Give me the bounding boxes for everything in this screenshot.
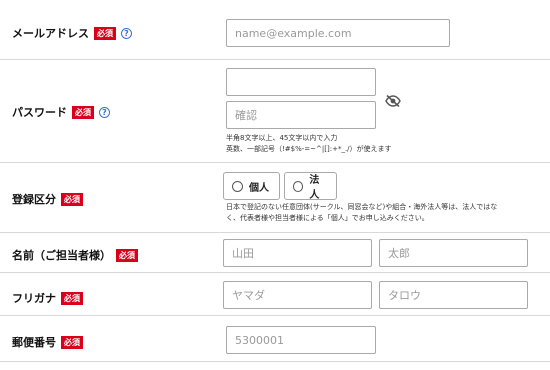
postal-code-input[interactable]: 5300001 xyxy=(226,326,376,354)
registration-type-row: 登録区分 必須 個人 法人 日本で登記のない任意団体(サークル、同窓会など)や組… xyxy=(0,163,550,233)
eye-slash-icon[interactable] xyxy=(385,95,401,107)
password-row: パスワード 必須 ? 確認 半角8文字以上、45文字以内で入力 英数、一部記号（… xyxy=(0,60,550,163)
name-label: 名前（ご担当者様） xyxy=(12,249,111,262)
email-input[interactable]: name@example.com xyxy=(226,19,450,47)
radio-circle-icon xyxy=(293,180,304,192)
password-input[interactable] xyxy=(226,68,376,96)
furigana-row: フリガナ 必須 ヤマダ タロウ xyxy=(0,273,550,316)
first-name-kana-input[interactable]: タロウ xyxy=(379,281,528,309)
password-confirm-input[interactable]: 確認 xyxy=(226,101,376,129)
email-label: メールアドレス xyxy=(12,27,89,40)
name-label-group: 名前（ご担当者様） 必須 xyxy=(12,247,138,263)
postal-code-label: 郵便番号 xyxy=(12,336,56,349)
required-badge: 必須 xyxy=(61,335,83,349)
registration-type-note-line2: く、代表者様や担当者様による「個人」でお申し込みください。 xyxy=(226,214,429,222)
registration-type-label: 登録区分 xyxy=(12,193,56,206)
required-badge: 必須 xyxy=(61,291,83,305)
postal-code-row: 郵便番号 必須 5300001 xyxy=(0,316,550,362)
last-name-input[interactable]: 山田 xyxy=(223,239,372,267)
radio-corporation[interactable]: 法人 xyxy=(284,172,337,201)
radio-individual[interactable]: 個人 xyxy=(223,172,280,200)
email-label-group: メールアドレス 必須 ? xyxy=(12,25,132,41)
email-row: メールアドレス 必須 ? name@example.com xyxy=(0,0,550,60)
required-badge: 必須 xyxy=(116,248,138,262)
furigana-label: フリガナ xyxy=(12,292,56,305)
radio-circle-icon xyxy=(232,180,243,192)
required-badge: 必須 xyxy=(72,105,94,119)
password-label-group: パスワード 必須 ? xyxy=(12,104,110,120)
registration-type-label-group: 登録区分 必須 xyxy=(12,191,83,207)
help-icon[interactable]: ? xyxy=(121,27,132,39)
required-badge: 必須 xyxy=(61,192,83,206)
postal-code-label-group: 郵便番号 必須 xyxy=(12,334,83,350)
password-label: パスワード xyxy=(12,106,67,119)
name-row: 名前（ご担当者様） 必須 山田 太郎 xyxy=(0,233,550,273)
radio-corporation-label: 法人 xyxy=(309,175,320,201)
required-badge: 必須 xyxy=(94,26,116,40)
last-name-kana-input[interactable]: ヤマダ xyxy=(223,281,372,309)
radio-individual-label: 個人 xyxy=(249,182,269,194)
password-note-line1: 半角8文字以上、45文字以内で入力 xyxy=(226,134,338,142)
password-note-line2: 英数、一部記号（!#$%-=~^|[]:+*_./）が使えます xyxy=(226,145,392,153)
first-name-input[interactable]: 太郎 xyxy=(379,239,528,267)
registration-type-note-line1: 日本で登記のない任意団体(サークル、同窓会など)や組合・海外法人等は、法人ではな xyxy=(226,203,498,211)
help-icon[interactable]: ? xyxy=(99,106,110,118)
furigana-label-group: フリガナ 必須 xyxy=(12,290,83,306)
